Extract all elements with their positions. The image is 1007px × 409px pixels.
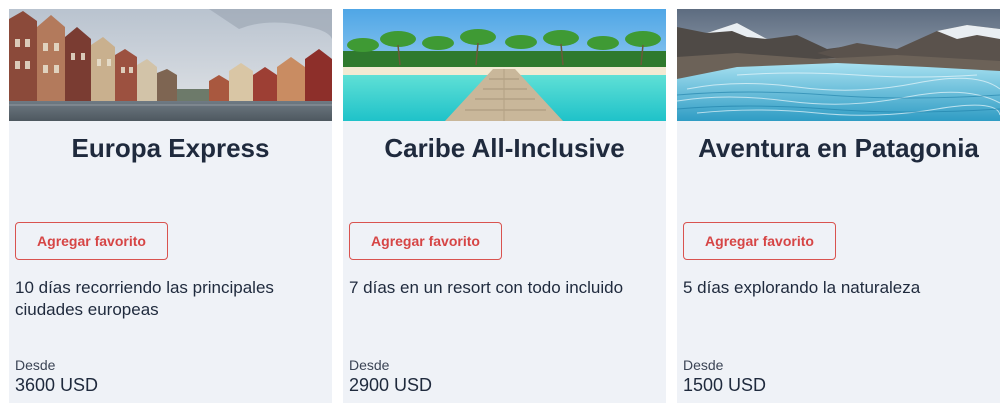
tour-description: 7 días en un resort con todo incluido — [349, 278, 624, 297]
price-value: 1500 USD — [683, 375, 767, 395]
tour-description: 10 días recorriendo las principales ciud… — [15, 278, 274, 319]
add-favorite-button[interactable]: Agregar favorito — [349, 222, 502, 260]
tour-title: Caribe All-Inclusive — [384, 133, 625, 163]
price-value: 2900 USD — [349, 375, 433, 395]
tour-card-caribe-all-inclusive: Caribe All-Inclusive Agregar favorito 7 … — [343, 9, 666, 403]
tour-title: Aventura en Patagonia — [698, 133, 979, 163]
price-label: Desde — [349, 357, 390, 373]
tour-card-grid: Europa Express Agregar favorito 10 días … — [0, 0, 1007, 409]
tour-image-europa-express — [9, 9, 332, 121]
price-value: 3600 USD — [15, 375, 99, 395]
add-favorite-button[interactable]: Agregar favorito — [15, 222, 168, 260]
tour-description: 5 días explorando la naturaleza — [683, 278, 921, 297]
add-favorite-button[interactable]: Agregar favorito — [683, 222, 836, 260]
price-label: Desde — [683, 357, 724, 373]
tour-card-europa-express: Europa Express Agregar favorito 10 días … — [9, 9, 332, 403]
tour-image-aventura-en-patagonia — [677, 9, 1000, 121]
tour-card-aventura-en-patagonia: Aventura en Patagonia Agregar favorito 5… — [677, 9, 1000, 403]
price-label: Desde — [15, 357, 56, 373]
tour-title: Europa Express — [71, 133, 270, 163]
tour-image-caribe-all-inclusive — [343, 9, 666, 121]
